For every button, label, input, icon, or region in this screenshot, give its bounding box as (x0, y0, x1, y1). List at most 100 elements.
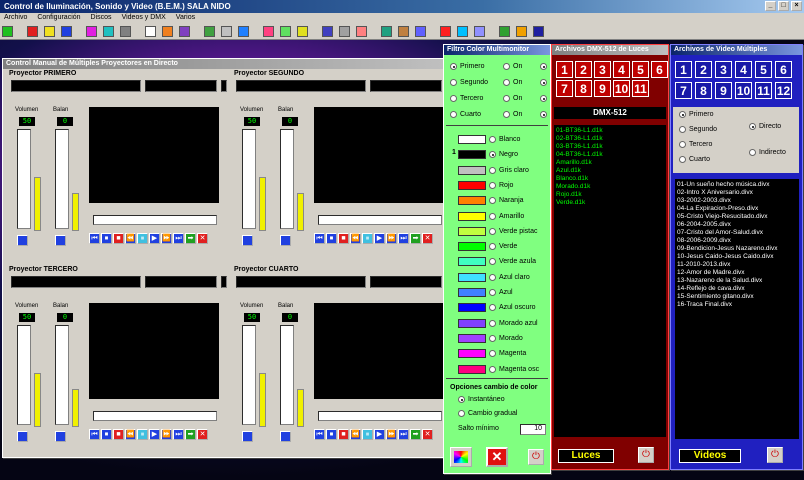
record-icon[interactable]: ■ (338, 429, 349, 440)
balance-slider-track[interactable] (55, 325, 69, 425)
balance-slider-track[interactable] (55, 129, 69, 229)
seek-bar[interactable] (318, 411, 442, 421)
dmx-file-item[interactable]: Verde.d1k (556, 199, 664, 207)
pause-icon[interactable]: ⏸ (137, 233, 148, 244)
balance-slider-track[interactable] (280, 325, 294, 425)
close-x-icon[interactable]: ✕ (197, 233, 208, 244)
balance-reset-icon[interactable] (55, 431, 66, 442)
toolbar-icon[interactable] (474, 26, 485, 37)
volume-mute-icon[interactable] (17, 235, 28, 246)
video-projector-radio[interactable]: Tercero (679, 141, 712, 148)
menu-configuracion[interactable]: Configuración (37, 14, 80, 23)
close-x-icon[interactable]: ✕ (422, 429, 433, 440)
dmx-file-list[interactable]: 01-BT36-L1.d1k 02-BT36-L1.d1k 03-BT36-L1.d… (554, 125, 666, 437)
color-option[interactable]: Magenta osc (458, 364, 539, 374)
toolbar-icon[interactable] (263, 26, 274, 37)
toolbar-icon[interactable] (61, 26, 72, 37)
toolbar-icon[interactable] (221, 26, 232, 37)
dmx-number-button[interactable]: 8 (575, 80, 592, 97)
video-number-button[interactable]: 3 (715, 61, 732, 78)
dmx-file-item[interactable]: Azul.d1k (556, 167, 664, 175)
on-radio-icon[interactable] (503, 63, 510, 70)
toolbar-icon[interactable] (398, 26, 409, 37)
next-icon[interactable]: ⏭ (398, 233, 409, 244)
close-x-icon[interactable]: ✕ (422, 233, 433, 244)
dmx-file-item[interactable]: Blanco.d1k (556, 175, 664, 183)
video-number-button[interactable]: 1 (675, 61, 692, 78)
indirecto-radio[interactable]: Indirecto (749, 149, 786, 156)
toolbar-icon[interactable] (415, 26, 426, 37)
dmx-file-item[interactable]: 02-BT36-L1.d1k (556, 135, 664, 143)
record-icon[interactable]: ■ (113, 233, 124, 244)
pause-icon[interactable]: ⏸ (362, 429, 373, 440)
video-number-button[interactable]: 10 (735, 82, 752, 99)
dmx-number-button[interactable]: 11 (632, 80, 649, 97)
color-option[interactable]: Verde azula (458, 257, 536, 267)
on-radio-icon[interactable] (503, 95, 510, 102)
toolbar-icon[interactable] (339, 26, 350, 37)
filter-projector-radio[interactable]: Tercero On (450, 95, 547, 102)
stop-icon[interactable]: ⏹ (326, 233, 337, 244)
cancel-x-icon[interactable]: ✕ (486, 447, 508, 467)
color-option[interactable]: Verde pistac (458, 226, 538, 236)
on-radio-icon[interactable] (503, 111, 510, 118)
color-option[interactable]: Gris claro (458, 165, 529, 175)
video-file-item[interactable]: 11-2010-2013.divx (677, 261, 797, 269)
dmx-number-button[interactable]: 3 (594, 61, 611, 78)
go-icon[interactable]: ➡ (185, 233, 196, 244)
volume-mute-icon[interactable] (17, 431, 28, 442)
prev-icon[interactable]: ⏮ (314, 429, 325, 440)
video-file-item[interactable]: 13-Nazareno de la Salud.divx (677, 277, 797, 285)
volume-mute-icon[interactable] (242, 235, 253, 246)
minimize-button[interactable]: _ (765, 1, 776, 11)
color-option[interactable]: Naranja (458, 196, 524, 206)
play-icon[interactable]: ▶ (374, 233, 385, 244)
go-icon[interactable]: ➡ (410, 233, 421, 244)
dmx-file-item[interactable]: 03-BT36-L1.d1k (556, 143, 664, 151)
video-number-button[interactable]: 11 (755, 82, 772, 99)
video-file-item[interactable]: 06-2004-2005.divx (677, 221, 797, 229)
video-file-item[interactable]: 02-Intro X Aniversario.divx (677, 189, 797, 197)
color-option[interactable]: Morado azul (458, 318, 538, 328)
forward-icon[interactable]: ⏩ (386, 233, 397, 244)
color-option[interactable]: Verde (458, 242, 517, 252)
dmx-number-button[interactable]: 1 (556, 61, 573, 78)
video-file-item[interactable]: 03-2002-2003.divx (677, 197, 797, 205)
next-icon[interactable]: ⏭ (173, 233, 184, 244)
dmx-number-button[interactable]: 4 (613, 61, 630, 78)
color-option[interactable]: Morado (458, 333, 523, 343)
on-radio-icon[interactable] (503, 79, 510, 86)
color-option[interactable]: Rojo (458, 180, 513, 190)
stop-icon[interactable]: ⏹ (101, 429, 112, 440)
dmx-power-icon[interactable]: ⏻ (638, 447, 654, 463)
filter-projector-radio[interactable]: Segundo On (450, 79, 547, 86)
filter-projector-radio[interactable]: Cuarto On (450, 111, 547, 118)
rewind-icon[interactable]: ⏪ (350, 233, 361, 244)
video-file-item[interactable]: 08-2006-2009.divx (677, 237, 797, 245)
next-icon[interactable]: ⏭ (398, 429, 409, 440)
pause-icon[interactable]: ⏸ (137, 429, 148, 440)
video-file-item[interactable]: 16-Traca Final.divx (677, 301, 797, 309)
volume-mute-icon[interactable] (242, 431, 253, 442)
color-option[interactable]: Amarillo (458, 211, 524, 221)
toolbar-icon[interactable] (280, 26, 291, 37)
close-x-icon[interactable]: ✕ (197, 429, 208, 440)
volume-slider-track[interactable] (242, 325, 256, 425)
toolbar-icon[interactable] (27, 26, 38, 37)
menu-videos-dmx[interactable]: Videos y DMX (122, 14, 166, 23)
forward-icon[interactable]: ⏩ (161, 429, 172, 440)
video-file-item[interactable]: 05-Cristo Viejo-Resucitado.divx (677, 213, 797, 221)
video-number-button[interactable]: 5 (755, 61, 772, 78)
video-file-item[interactable]: 07-Cristo del Amor-Salud.divx (677, 229, 797, 237)
maximize-button[interactable]: □ (778, 1, 789, 11)
color-option[interactable]: Negro (458, 150, 518, 160)
video-file-item[interactable]: 14-Reflejo de cava.divx (677, 285, 797, 293)
gradual-radio[interactable]: Cambio gradual (458, 410, 517, 417)
volume-slider-track[interactable] (242, 129, 256, 229)
video-file-item[interactable]: 01-Un sueño hecho música.divx (677, 181, 797, 189)
rewind-icon[interactable]: ⏪ (350, 429, 361, 440)
seek-bar[interactable] (93, 411, 217, 421)
stop-icon[interactable]: ⏹ (101, 233, 112, 244)
forward-icon[interactable]: ⏩ (386, 429, 397, 440)
video-file-item[interactable]: 15-Sentimiento gitano.divx (677, 293, 797, 301)
